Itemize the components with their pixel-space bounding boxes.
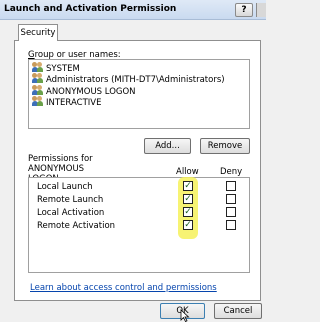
deny-column-header: Deny	[220, 167, 243, 177]
window-title: Launch and Activation Permission	[4, 4, 177, 14]
users-icon	[32, 85, 43, 95]
cancel-button[interactable]: Cancel	[214, 303, 262, 319]
permissions-label-line1: Permissions for ANONYMOUS	[28, 154, 93, 174]
user-item-interactive[interactable]: INTERACTIVE	[32, 96, 101, 108]
mouse-pointer-icon	[180, 309, 190, 322]
perm-remote-activation-label: Remote Activation	[37, 221, 116, 231]
remote-activation-allow-checkbox[interactable]: ✓	[183, 220, 193, 230]
user-item-administrators[interactable]: Administrators (MITH-DT7\Administrators)	[32, 73, 225, 85]
allow-column-header: Allow	[176, 167, 199, 177]
local-activation-allow-checkbox[interactable]: ✓	[183, 207, 193, 217]
remote-launch-allow-checkbox[interactable]: ✓	[183, 194, 193, 204]
help-button[interactable]: ?	[235, 3, 253, 17]
close-button[interactable]	[256, 3, 266, 17]
add-button[interactable]: Add...	[144, 138, 191, 154]
perm-local-launch-label: Local Launch	[37, 182, 93, 192]
remove-button[interactable]: Remove	[200, 138, 250, 154]
title-bar: Launch and Activation Permission ?	[0, 0, 266, 20]
users-icon	[32, 96, 43, 106]
remote-activation-deny-checkbox[interactable]	[226, 220, 236, 230]
local-launch-allow-checkbox[interactable]: ✓	[183, 181, 193, 191]
users-icon	[32, 62, 43, 72]
remote-launch-deny-checkbox[interactable]	[226, 194, 236, 204]
user-item-label: INTERACTIVE	[46, 98, 102, 108]
users-icon	[32, 73, 43, 83]
user-item-label: Administrators (MITH-DT7\Administrators)	[46, 75, 225, 85]
local-launch-deny-checkbox[interactable]	[226, 181, 236, 191]
tab-security[interactable]: Security	[18, 24, 58, 41]
perm-remote-launch-label: Remote Launch	[37, 195, 104, 205]
learn-access-control-link[interactable]: Learn about access control and permissio…	[30, 283, 217, 293]
local-activation-deny-checkbox[interactable]	[226, 207, 236, 217]
perm-local-activation-label: Local Activation	[37, 208, 105, 218]
